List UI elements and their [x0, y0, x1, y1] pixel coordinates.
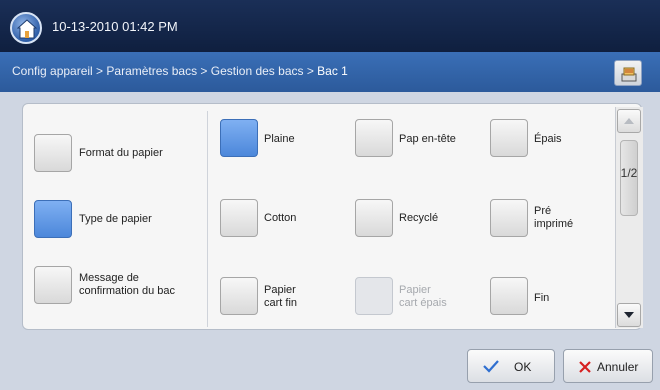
paper-type-pre-imprime-label: Pré imprimé [534, 205, 574, 230]
paper-type-pap-entete-button[interactable] [355, 119, 393, 157]
paper-type-cart-epais-label: Papier cart épais [399, 284, 447, 309]
type-de-papier-label: Type de papier [79, 213, 152, 225]
chevron-up-icon [624, 118, 634, 124]
message-confirmation-bac-label: Message de confirmation du bac [79, 272, 175, 297]
panel-divider [207, 111, 208, 327]
paper-type-cotton-label: Cotton [264, 212, 297, 224]
breadcrumb-current: Bac 1 [317, 64, 348, 78]
ok-label: OK [514, 360, 532, 374]
page-indicator: 1/2 [620, 166, 638, 180]
paper-type-plaine-button[interactable] [220, 119, 258, 157]
home-icon [17, 19, 37, 39]
paper-type-pap-entete-label: Pap en-tête [399, 133, 456, 145]
scroll-up-button[interactable] [617, 109, 641, 133]
message-confirmation-bac-button[interactable] [34, 266, 72, 304]
paper-type-cart-epais-button [355, 277, 393, 315]
paper-type-recycle-label: Recyclé [399, 212, 439, 224]
home-button[interactable] [10, 12, 42, 44]
breadcrumb-bar: Config appareil > Paramètres bacs > Gest… [0, 52, 660, 92]
paper-type-fin-label: Fin [534, 292, 550, 304]
top-status-bar: 10-13-2010 01:42 PM [0, 0, 660, 52]
paper-type-epais-button[interactable] [490, 119, 528, 157]
annuler-label: Annuler [597, 360, 639, 374]
chevron-down-icon [624, 312, 634, 318]
paper-type-recycle-button[interactable] [355, 199, 393, 237]
paper-type-fin-button[interactable] [490, 277, 528, 315]
type-de-papier-button[interactable] [34, 200, 72, 238]
paper-type-plaine-label: Plaine [264, 133, 295, 145]
datetime-display: 10-13-2010 01:42 PM [52, 19, 178, 34]
paper-type-epais-label: Épais [534, 133, 562, 145]
annuler-button[interactable]: Annuler [563, 349, 653, 383]
paper-type-pre-imprime-button[interactable] [490, 199, 528, 237]
paper-type-cart-fin-label: Papier cart fin [264, 284, 298, 309]
paper-type-cotton-button[interactable] [220, 199, 258, 237]
close-icon [579, 361, 591, 373]
checkmark-icon [483, 360, 499, 373]
scroll-down-button[interactable] [617, 303, 641, 327]
paper-type-cart-fin-button[interactable] [220, 277, 258, 315]
format-du-papier-button[interactable] [34, 134, 72, 172]
format-du-papier-label: Format du papier [79, 147, 163, 159]
breadcrumb: Config appareil > Paramètres bacs > Gest… [12, 64, 348, 78]
breadcrumb-path[interactable]: Config appareil > Paramètres bacs > Gest… [12, 64, 317, 78]
tray-settings-icon [621, 67, 637, 82]
tray-settings-button[interactable] [614, 60, 642, 86]
ok-button[interactable]: OK [467, 349, 555, 383]
